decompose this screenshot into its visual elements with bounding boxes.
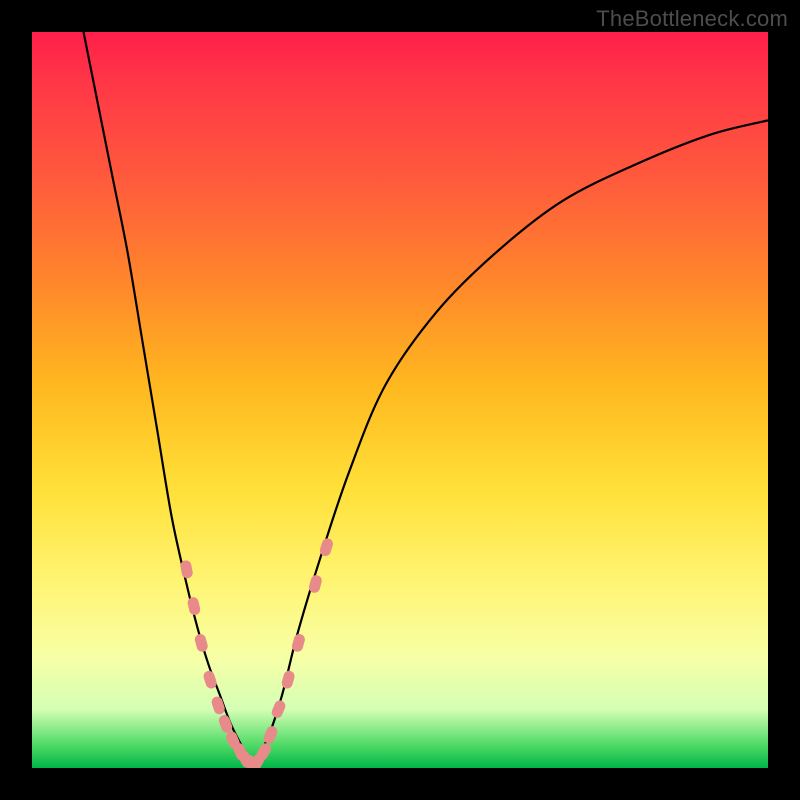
data-marker <box>280 670 296 690</box>
plot-area <box>32 32 768 768</box>
data-marker <box>194 633 209 653</box>
data-marker <box>262 724 279 745</box>
data-markers <box>179 537 334 768</box>
curve-right <box>253 120 768 764</box>
chart-frame: TheBottleneck.com <box>0 0 800 800</box>
curve-left <box>84 32 253 764</box>
curve-layer <box>32 32 768 768</box>
attribution-label: TheBottleneck.com <box>596 6 788 32</box>
data-marker <box>217 713 234 734</box>
data-marker <box>270 699 287 720</box>
data-marker <box>210 695 226 716</box>
data-marker <box>187 596 202 616</box>
